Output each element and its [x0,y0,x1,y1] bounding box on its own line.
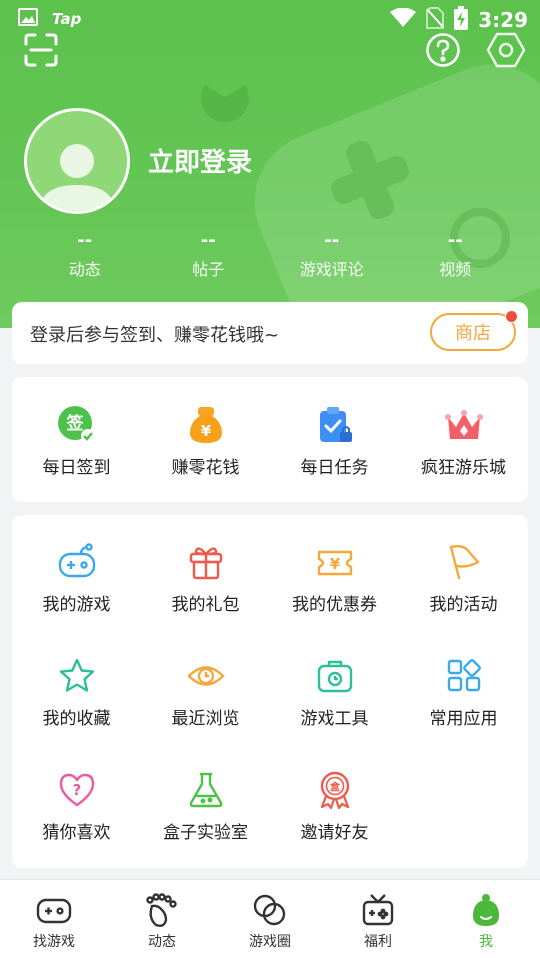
menu-item-my-favorites[interactable]: 我的收藏 [12,629,141,743]
login-link[interactable]: 立即登录 [148,142,252,179]
quick-action-crazy-playground[interactable]: 疯狂游乐城 [399,377,528,478]
settings-button[interactable] [486,30,526,70]
help-button[interactable] [423,30,463,70]
stat-label: 动态 [68,260,101,279]
tab-label: 动态 [148,934,176,950]
settings-icon [486,32,526,68]
svg-text:?: ? [72,781,81,799]
wifi-icon [390,7,417,32]
tab-dynamics[interactable]: 动态 [108,880,216,961]
stat-label: 视频 [439,260,472,279]
circles-icon [252,892,288,928]
tab-me[interactable]: 我 [432,880,540,961]
tab-label: 游戏圈 [249,934,291,950]
quick-action-label: 疯狂游乐城 [421,458,506,478]
avatar[interactable] [24,108,130,214]
profile-stats: -- 动态 -- 帖子 -- 游戏评论 -- 视频 [23,230,517,280]
menu-item-label: 我的收藏 [42,709,111,729]
coupon-icon: ¥ [315,542,355,582]
menu-item-label: 猜你喜欢 [42,823,111,843]
menu-item-label: 常用应用 [429,709,498,729]
stat-label: 游戏评论 [299,260,364,279]
menu-item-label: 我的礼包 [171,595,240,615]
help-icon [426,33,460,67]
stat-value: -- [200,230,216,251]
quick-actions-card: 签 每日签到 ¥ 赚零花钱 每日任务 疯狂游乐城 [12,377,528,502]
menu-item-label: 游戏工具 [300,709,369,729]
stat-value: -- [77,230,93,251]
scan-button[interactable] [21,30,61,70]
app-label: Tap [52,10,82,28]
menu-item-my-coupons[interactable]: ¥ 我的优惠券 [270,515,399,629]
shop-button[interactable]: 商店 [430,313,516,351]
signin-banner[interactable]: 登录后参与签到、赚零花钱哦~ 商店 [12,302,528,364]
menu-item-label: 我的优惠券 [292,595,377,615]
stat-value: -- [447,230,463,251]
menu-item-label: 我的游戏 [42,595,111,615]
svg-text:¥: ¥ [200,422,211,440]
stat-label: 帖子 [192,260,225,279]
flask-icon [186,770,226,810]
gamepad-outline-icon [36,892,72,928]
gift-tv-icon [360,892,396,928]
stat-value: -- [324,230,340,251]
stat-posts[interactable]: -- 帖子 [147,230,271,280]
menu-item-game-tools[interactable]: 游戏工具 [270,629,399,743]
svg-text:¥: ¥ [329,555,340,573]
menu-item-common-apps[interactable]: 常用应用 [399,629,528,743]
bottom-nav: 找游戏 动态 游戏圈 福利 我 [0,879,540,961]
quick-action-label: 每日签到 [42,458,111,478]
eye-icon [186,656,226,696]
gamepad-icon [57,542,97,582]
crown-icon [444,405,484,445]
quick-action-daily-tasks[interactable]: 每日任务 [270,377,399,478]
invite-badge-icon: 盒 [315,770,355,810]
quick-action-label: 每日任务 [300,458,369,478]
tab-label: 我 [479,934,493,950]
quick-action-daily-checkin[interactable]: 签 每日签到 [12,377,141,478]
toolbox-icon [315,656,355,696]
menu-item-box-lab[interactable]: 盒子实验室 [141,743,270,857]
tab-find-games[interactable]: 找游戏 [0,880,108,961]
flag-icon [444,542,484,582]
svg-text:盒: 盒 [329,781,341,794]
image-icon [18,8,38,30]
scan-icon [24,33,58,67]
footprint-icon [144,892,180,928]
menu-item-label: 最近浏览 [171,709,240,729]
status-time: 3:29 [478,8,528,32]
quick-action-earn-money[interactable]: ¥ 赚零花钱 [141,377,270,478]
tab-label: 找游戏 [33,934,75,950]
menu-item-invite-friends[interactable]: 盒 邀请好友 [270,743,399,857]
menu-item-label: 盒子实验室 [163,823,248,843]
signin-prompt: 登录后参与签到、赚零花钱哦~ [30,325,280,346]
profile-header: Tap 3:29 立即登录 -- 动态 -- 帖子 -- 游戏评论 -- 视频 [0,0,540,328]
checkin-icon: 签 [57,405,97,445]
tab-game-circle[interactable]: 游戏圈 [216,880,324,961]
svg-text:签: 签 [65,413,84,434]
quick-action-label: 赚零花钱 [171,458,240,478]
money-bag-icon: ¥ [186,405,226,445]
menu-item-my-activities[interactable]: 我的活动 [399,515,528,629]
tab-label: 福利 [364,934,392,950]
mascot-icon [468,892,504,928]
menu-item-label: 邀请好友 [300,823,369,843]
heart-question-icon: ? [57,770,97,810]
tab-welfare[interactable]: 福利 [324,880,432,961]
default-avatar-icon [27,111,127,211]
menu-item-label: 我的活动 [429,595,498,615]
task-clipboard-icon [315,405,355,445]
gift-icon [186,542,226,582]
stat-dynamics[interactable]: -- 动态 [23,230,147,280]
menu-item-recently-viewed[interactable]: 最近浏览 [141,629,270,743]
star-icon [57,656,97,696]
stat-game-reviews[interactable]: -- 游戏评论 [270,230,394,280]
menu-item-my-games[interactable]: 我的游戏 [12,515,141,629]
apps-icon [444,656,484,696]
stat-videos[interactable]: -- 视频 [394,230,518,280]
menu-item-my-gifts[interactable]: 我的礼包 [141,515,270,629]
menu-card: 我的游戏 我的礼包 ¥ 我的优惠券 我的活动 我的收藏 最近浏览 游戏工具 常用… [12,515,528,868]
notification-dot [505,310,518,323]
menu-item-guess-you-like[interactable]: ? 猜你喜欢 [12,743,141,857]
